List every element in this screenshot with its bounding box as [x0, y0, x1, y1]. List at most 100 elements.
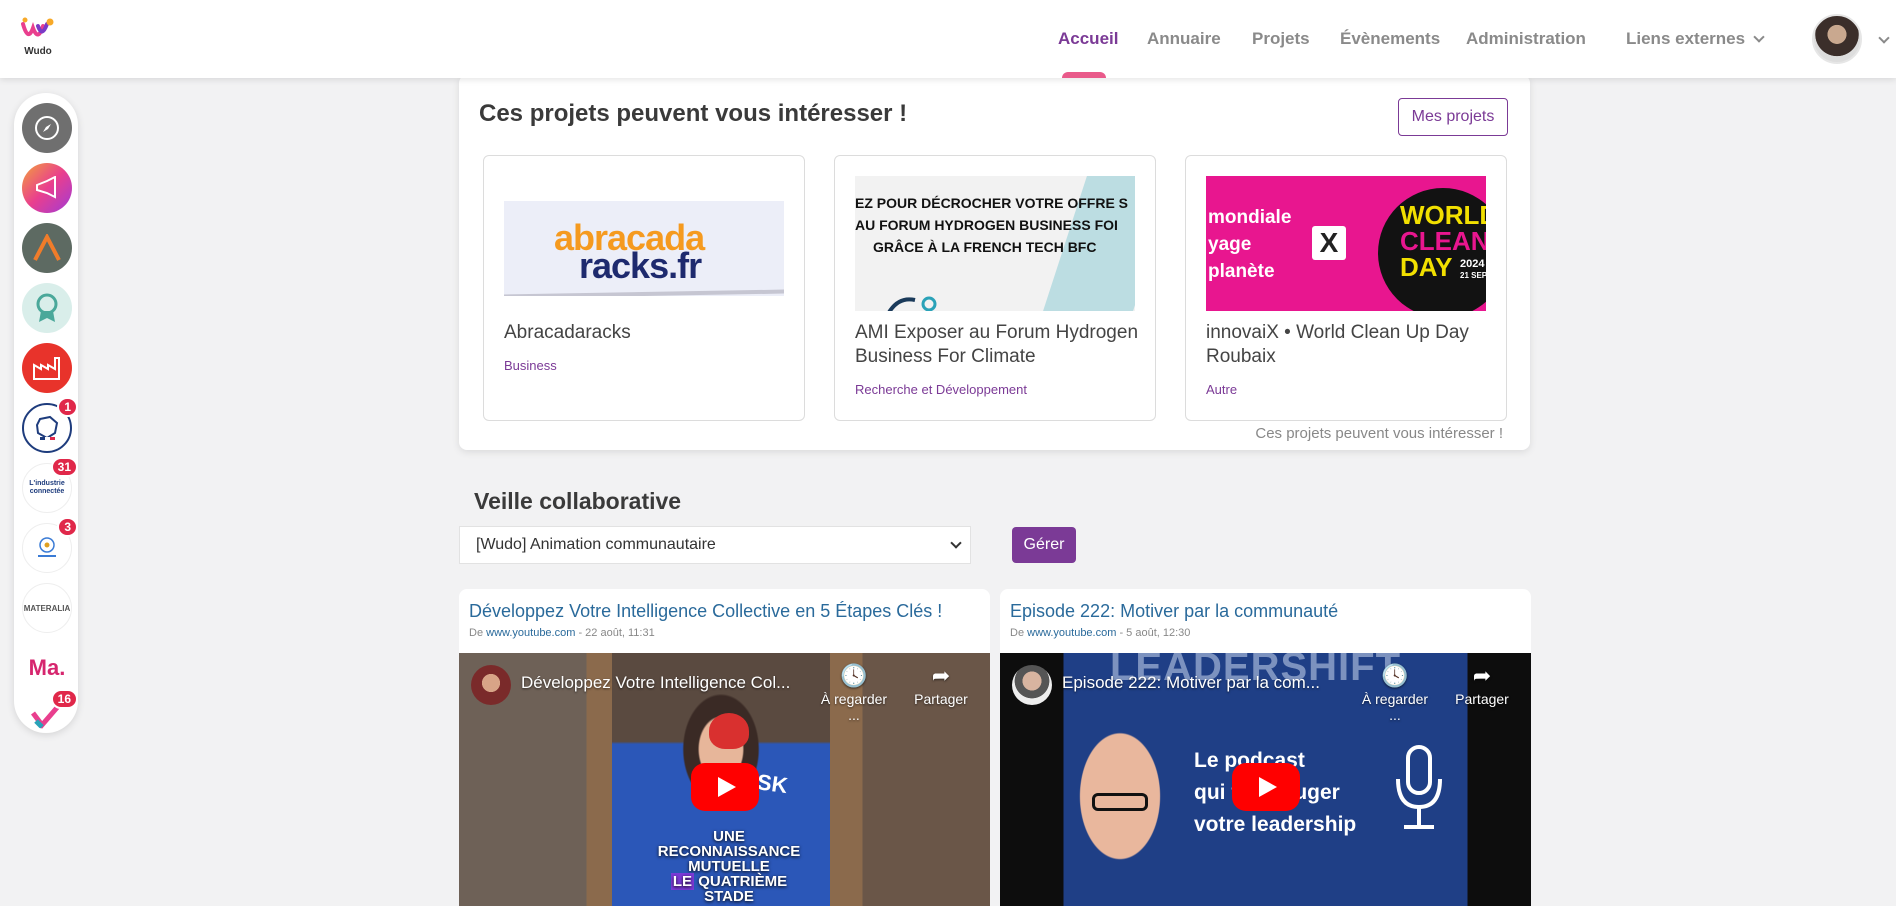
share-label: Partager — [914, 691, 968, 707]
x-logo-icon: X — [1312, 226, 1346, 260]
watch-later-button[interactable]: 🕓 À regarder ... — [1355, 663, 1435, 723]
my-projects-button[interactable]: Mes projets — [1398, 98, 1508, 136]
triangle-logo-icon — [33, 234, 61, 261]
video-embed[interactable]: LEADERSHIFT Episode 222: Motiver par la … — [1000, 653, 1531, 906]
chevron-down-icon — [1753, 31, 1765, 43]
meta-date: - 22 août, 11:31 — [578, 627, 655, 639]
notification-badge: 3 — [57, 517, 78, 537]
project-category[interactable]: Autre — [1206, 382, 1237, 397]
veille-item-title[interactable]: Développez Votre Intelligence Collective… — [469, 601, 942, 622]
project-name: AMI Exposer au Forum Hydrogen Business F… — [855, 322, 1139, 367]
project-card-abracadaracks[interactable]: abracada racks.fr Abracadaracks Business — [483, 155, 805, 421]
video-title[interactable]: Développez Votre Intelligence Col... — [521, 673, 790, 693]
projects-title: Ces projets peuvent vous intéresser ! — [479, 100, 908, 127]
share-label: Partager — [1455, 691, 1509, 707]
brand-name: Wudo — [24, 46, 52, 57]
sidebar-item-award[interactable] — [22, 283, 72, 333]
france-map-icon — [35, 415, 59, 440]
play-button-icon[interactable] — [1232, 763, 1300, 811]
sidebar-item-materalia[interactable]: MATERALIA — [22, 583, 72, 633]
clock-icon: 🕓 — [840, 663, 868, 688]
wudo-logo-icon — [21, 17, 54, 37]
veille-item-title[interactable]: Episode 222: Motiver par la communauté — [1010, 601, 1338, 622]
video-title[interactable]: Episode 222: Motiver par la com... — [1062, 673, 1320, 693]
channel-avatar[interactable] — [1012, 665, 1052, 705]
sidebar-item-ma[interactable]: Ma. — [22, 643, 72, 693]
sidebar-item-factory[interactable] — [22, 343, 72, 393]
nav-projets[interactable]: Projets — [1252, 29, 1310, 49]
video-embed[interactable]: POLSK Développez Votre Intelligence Col.… — [459, 653, 990, 906]
play-button-icon[interactable] — [691, 763, 759, 811]
notification-badge: 16 — [50, 689, 78, 709]
nav-administration[interactable]: Administration — [1466, 29, 1586, 49]
source-link[interactable]: www.youtube.com — [1027, 627, 1116, 639]
factory-icon — [33, 357, 60, 380]
channel-avatar[interactable] — [471, 665, 511, 705]
project-image-text: EZ POUR DÉCROCHER VOTRE OFFRE S — [855, 195, 1129, 211]
video-overlay-text: votre leadership — [1194, 813, 1357, 836]
compass-icon — [35, 116, 59, 140]
project-image-text: 21 SEPT — [1460, 271, 1486, 280]
share-icon: ➦ — [931, 663, 951, 688]
share-icon: ➦ — [1472, 663, 1492, 688]
veille-item-meta: De www.youtube.com - 5 août, 12:30 — [1010, 627, 1190, 639]
network-icon — [38, 537, 56, 557]
sidebar-item-industrie-connectee[interactable]: L'industrie connectée 31 — [22, 457, 78, 513]
video-overlay-text: MUTUELLE — [688, 858, 770, 875]
veille-select[interactable]: [Wudo] Animation communautaire — [459, 526, 971, 564]
project-category[interactable]: Business — [504, 358, 557, 373]
project-image-text: 2024 — [1460, 258, 1485, 270]
share-button[interactable]: ➦ Partager — [1442, 663, 1522, 707]
project-card-world-cleanup[interactable]: mondiale yage planète X WORLD CLEANU DAY… — [1185, 155, 1507, 421]
project-image-text: yage — [1208, 234, 1252, 255]
projects-card: Ces projets peuvent vous intéresser ! Me… — [459, 75, 1530, 450]
share-button[interactable]: ➦ Partager — [901, 663, 981, 707]
sidebar-item-check[interactable]: 16 — [22, 689, 78, 729]
veille-item: Développez Votre Intelligence Collective… — [459, 589, 990, 906]
projects-footer-link[interactable]: Ces projets peuvent vous intéresser ! — [1255, 425, 1503, 442]
video-overlay-text: UNE RECONNAISSANCE — [657, 828, 801, 860]
sidebar-item-network[interactable]: 3 — [22, 517, 78, 573]
materalia-logo: MATERALIA — [22, 583, 72, 633]
project-image-text: racks.fr — [579, 245, 702, 286]
video-overlay-text: LE — [670, 873, 695, 890]
avatar-chevron-down-icon[interactable] — [1878, 32, 1890, 44]
project-image: abracada racks.fr — [504, 201, 784, 296]
project-name: innovaiX • World Clean Up Day Roubaix — [1206, 322, 1469, 367]
project-image-text: planète — [1208, 261, 1275, 282]
nav-liens-externes[interactable]: Liens externes — [1626, 29, 1765, 49]
sidebar-item-orange[interactable] — [22, 223, 72, 273]
project-image-text: mondiale — [1208, 207, 1292, 228]
watch-later-label: À regarder ... — [1361, 691, 1429, 723]
project-category[interactable]: Recherche et Développement — [855, 382, 1027, 397]
sidebar-item-megaphone[interactable] — [22, 163, 72, 213]
meta-prefix: De — [469, 627, 484, 639]
active-nav-indicator — [1062, 72, 1106, 78]
hydrogen-logo-icon — [887, 296, 937, 311]
project-image-text: WORLD — [1400, 200, 1486, 230]
watch-later-button[interactable]: 🕓 À regarder ... — [814, 663, 894, 723]
veille-title: Veille collaborative — [474, 488, 682, 514]
source-link[interactable]: www.youtube.com — [486, 627, 575, 639]
nav-evenements[interactable]: Évènements — [1340, 29, 1440, 49]
project-card-ami-hydrogen[interactable]: EZ POUR DÉCROCHER VOTRE OFFRE S AU FORUM… — [834, 155, 1156, 421]
project-name: Abracadaracks — [504, 322, 631, 343]
microphone-icon — [1396, 745, 1442, 829]
nav-liens-externes-label: Liens externes — [1626, 29, 1746, 48]
megaphone-icon — [36, 176, 56, 199]
clock-icon: 🕓 — [1381, 663, 1409, 688]
community-sidebar: 1 L'industrie connectée 31 3 MATERALIA M… — [14, 93, 78, 733]
wudo-logo[interactable]: Wudo — [20, 16, 56, 58]
project-image-text: CLEANU — [1400, 226, 1486, 256]
nav-annuaire[interactable]: Annuaire — [1147, 29, 1221, 49]
sidebar-item-explore[interactable] — [22, 103, 72, 153]
ma-logo: Ma. — [22, 643, 72, 693]
nav-accueil[interactable]: Accueil — [1058, 29, 1118, 49]
veille-item: Episode 222: Motiver par la communauté D… — [1000, 589, 1531, 906]
sidebar-item-france[interactable]: 1 — [22, 397, 78, 453]
meta-prefix: De — [1010, 627, 1025, 639]
user-avatar[interactable] — [1812, 14, 1862, 64]
project-image: mondiale yage planète X WORLD CLEANU DAY… — [1206, 176, 1486, 311]
top-navbar: Wudo Accueil Annuaire Projets Évènements… — [0, 0, 1896, 78]
manage-button[interactable]: Gérer — [1012, 527, 1076, 563]
